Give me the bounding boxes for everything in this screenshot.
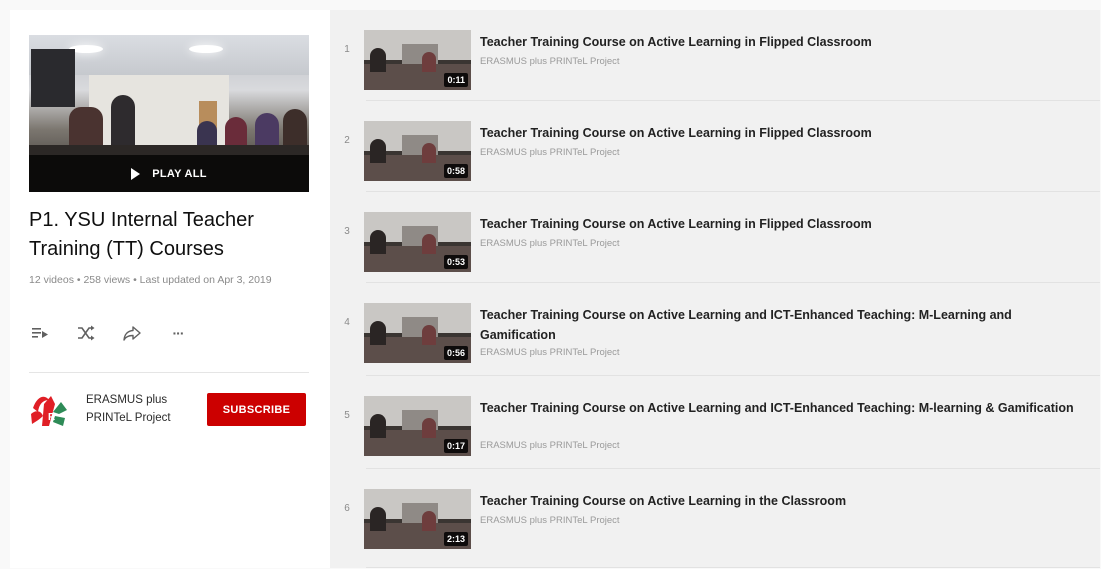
video-duration: 0:11 <box>444 73 468 87</box>
video-thumbnail[interactable]: 2:13 <box>364 489 471 549</box>
thumbnail-shape <box>422 143 436 163</box>
thumbnail-person <box>255 113 279 149</box>
video-channel-name[interactable]: ERASMUS plus PRINTeL Project <box>480 515 620 526</box>
thumbnail-shape <box>370 414 386 438</box>
video-thumbnail[interactable]: 0:56 <box>364 303 471 363</box>
playlist-stats: 12 videos • 258 views • Last updated on … <box>29 274 272 286</box>
video-thumbnail[interactable]: 0:58 <box>364 121 471 181</box>
share-icon <box>123 326 141 341</box>
svg-text:R: R <box>48 412 56 423</box>
thumbnail-light <box>189 45 223 53</box>
thumbnail-shape <box>370 48 386 72</box>
video-title[interactable]: Teacher Training Course on Active Learni… <box>480 305 1075 345</box>
play-all-button[interactable]: PLAY ALL <box>29 155 309 192</box>
thumbnail-person <box>283 109 307 149</box>
video-title[interactable]: Teacher Training Course on Active Learni… <box>480 123 1075 143</box>
add-to-queue-button[interactable] <box>29 322 51 344</box>
subscribe-button[interactable]: SUBSCRIBE <box>207 393 306 426</box>
video-thumbnail[interactable]: 0:17 <box>364 396 471 456</box>
thumbnail-shape <box>370 139 386 163</box>
play-all-label: PLAY ALL <box>152 167 207 180</box>
video-title[interactable]: Teacher Training Course on Active Learni… <box>480 491 1075 511</box>
playlist-video-row[interactable]: 4 0:56 Teacher Training Course on Active L… <box>330 283 1100 376</box>
video-channel-name[interactable]: ERASMUS plus PRINTeL Project <box>480 238 620 249</box>
thumbnail-shape <box>422 234 436 254</box>
thumbnail-shape <box>370 321 386 345</box>
playlist-video-row[interactable]: 2 0:58 Teacher Training Course on Active L… <box>330 101 1100 192</box>
shuffle-button[interactable] <box>75 322 97 344</box>
playlist-title: P1. YSU Internal Teacher Training (TT) C… <box>29 209 254 260</box>
channel-name[interactable]: ERASMUS plus PRINTeL Project <box>86 391 196 427</box>
video-duration: 0:53 <box>443 255 468 269</box>
video-title[interactable]: Teacher Training Course on Active Learni… <box>480 32 1075 52</box>
channel-owner: R ERASMUS plus PRINTeL Project SUBSCRIBE <box>29 388 319 434</box>
playlist-thumbnail[interactable]: PLAY ALL <box>29 35 309 192</box>
video-channel-name[interactable]: ERASMUS plus PRINTeL Project <box>480 347 620 358</box>
playlist-video-row[interactable]: 5 0:17 Teacher Training Course on Active L… <box>330 376 1100 469</box>
video-index: 4 <box>344 317 350 328</box>
video-channel-name[interactable]: ERASMUS plus PRINTeL Project <box>480 440 620 451</box>
video-index: 3 <box>344 226 350 237</box>
thumbnail-shape <box>370 507 386 531</box>
video-title[interactable]: Teacher Training Course on Active Learni… <box>480 214 1075 234</box>
video-duration: 0:17 <box>443 439 468 453</box>
sidebar-divider <box>29 372 309 373</box>
video-index: 5 <box>344 410 350 421</box>
video-duration: 0:56 <box>443 346 468 360</box>
play-icon <box>131 167 141 180</box>
printel-logo-icon: R <box>31 396 67 426</box>
playlist-video-row[interactable]: 6 2:13 Teacher Training Course on Active L… <box>330 469 1100 568</box>
more-icon: ··· <box>172 325 185 341</box>
thumbnail-shape <box>422 511 436 531</box>
playlist-actions: ··· <box>29 322 213 344</box>
row-divider <box>366 567 1100 568</box>
shuffle-icon <box>78 325 95 341</box>
playlist-sidebar: PLAY ALL P1. YSU Internal Teacher Traini… <box>10 10 330 568</box>
video-title[interactable]: Teacher Training Course on Active Learni… <box>480 398 1075 418</box>
video-index: 2 <box>344 135 350 146</box>
more-actions-button[interactable]: ··· <box>167 322 189 344</box>
video-index: 1 <box>344 44 350 55</box>
thumbnail-shape <box>422 418 436 438</box>
playlist-video-row[interactable]: 1 0:11 Teacher Training Course on Active L… <box>330 10 1100 101</box>
playlist-page: PLAY ALL P1. YSU Internal Teacher Traini… <box>10 10 1100 568</box>
video-index: 6 <box>344 503 350 514</box>
video-channel-name[interactable]: ERASMUS plus PRINTeL Project <box>480 56 620 67</box>
add-to-queue-icon <box>32 328 48 338</box>
thumbnail-shape <box>370 230 386 254</box>
thumbnail-shape <box>422 325 436 345</box>
video-thumbnail[interactable]: 0:53 <box>364 212 471 272</box>
thumbnail-shape <box>422 52 436 72</box>
video-duration: 2:13 <box>443 532 468 546</box>
playlist-video-row[interactable]: 3 0:53 Teacher Training Course on Active L… <box>330 192 1100 283</box>
share-button[interactable] <box>121 322 143 344</box>
video-channel-name[interactable]: ERASMUS plus PRINTeL Project <box>480 147 620 158</box>
video-duration: 0:58 <box>443 164 468 178</box>
channel-avatar[interactable]: R <box>29 390 69 430</box>
video-thumbnail[interactable]: 0:11 <box>364 30 471 90</box>
thumbnail-screen <box>31 49 75 107</box>
playlist-video-list: 1 0:11 Teacher Training Course on Active L… <box>330 10 1100 568</box>
